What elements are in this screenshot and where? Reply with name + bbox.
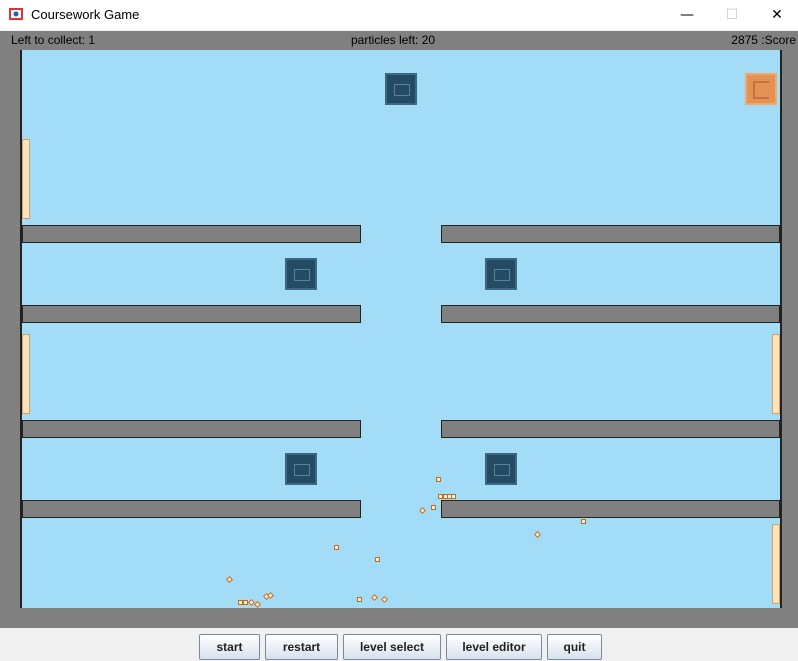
platform bbox=[441, 225, 780, 243]
platform bbox=[22, 500, 361, 518]
quit-button[interactable]: quit bbox=[547, 634, 602, 660]
particle bbox=[451, 494, 456, 499]
level-select-button[interactable]: level select bbox=[343, 634, 441, 660]
status-bar: Left to collect: 1 particles left: 20 28… bbox=[0, 31, 798, 49]
particle bbox=[418, 506, 427, 515]
restart-button[interactable]: restart bbox=[265, 634, 338, 660]
minimize-button[interactable]: — bbox=[664, 0, 710, 30]
game-board[interactable] bbox=[0, 49, 798, 628]
enemy-block bbox=[385, 73, 417, 105]
enemy-block bbox=[485, 258, 517, 290]
particle bbox=[533, 530, 542, 539]
collectible-bar bbox=[22, 334, 30, 414]
enemy-block bbox=[485, 453, 517, 485]
platform bbox=[22, 305, 361, 323]
collectible-bar bbox=[772, 524, 780, 604]
score-label: 2875 :Score bbox=[731, 33, 796, 47]
goal-block bbox=[745, 73, 777, 105]
particle bbox=[581, 519, 586, 524]
maximize-button[interactable]: ☐ bbox=[709, 0, 755, 30]
particle bbox=[375, 557, 380, 562]
particle bbox=[431, 505, 436, 510]
play-field[interactable] bbox=[22, 50, 780, 609]
particle bbox=[357, 597, 362, 602]
collectible-bar bbox=[22, 139, 30, 219]
enemy-block bbox=[285, 258, 317, 290]
enemy-block bbox=[285, 453, 317, 485]
platform bbox=[441, 305, 780, 323]
particles-left-label: particles left: 20 bbox=[351, 33, 436, 47]
particle bbox=[380, 595, 389, 604]
platform bbox=[441, 500, 780, 518]
level-editor-button[interactable]: level editor bbox=[446, 634, 542, 660]
particle bbox=[225, 575, 234, 584]
particle bbox=[334, 545, 339, 550]
collectible-bar bbox=[772, 334, 780, 414]
particle bbox=[436, 477, 441, 482]
platform bbox=[441, 420, 780, 438]
start-button[interactable]: start bbox=[199, 634, 260, 660]
left-to-collect-label: Left to collect: 1 bbox=[11, 33, 96, 47]
close-button[interactable]: ✕ bbox=[754, 0, 798, 30]
window-title: Coursework Game bbox=[31, 7, 140, 22]
platform bbox=[22, 420, 361, 438]
control-bar: start restart level select level editor … bbox=[0, 628, 798, 661]
window-titlebar: Coursework Game — ☐ ✕ bbox=[0, 0, 798, 30]
right-wall-edge bbox=[780, 50, 782, 608]
java-app-icon bbox=[9, 8, 23, 20]
platform bbox=[22, 225, 361, 243]
particle bbox=[370, 593, 379, 602]
particle bbox=[253, 600, 262, 609]
